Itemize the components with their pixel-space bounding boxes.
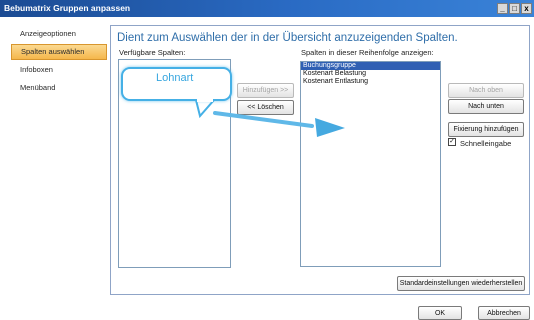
callout-tail [197,99,213,102]
annotation-text: Lohnart [156,72,194,84]
ok-button[interactable]: OK [418,306,462,320]
cancel-button[interactable]: Abbrechen [478,306,530,320]
